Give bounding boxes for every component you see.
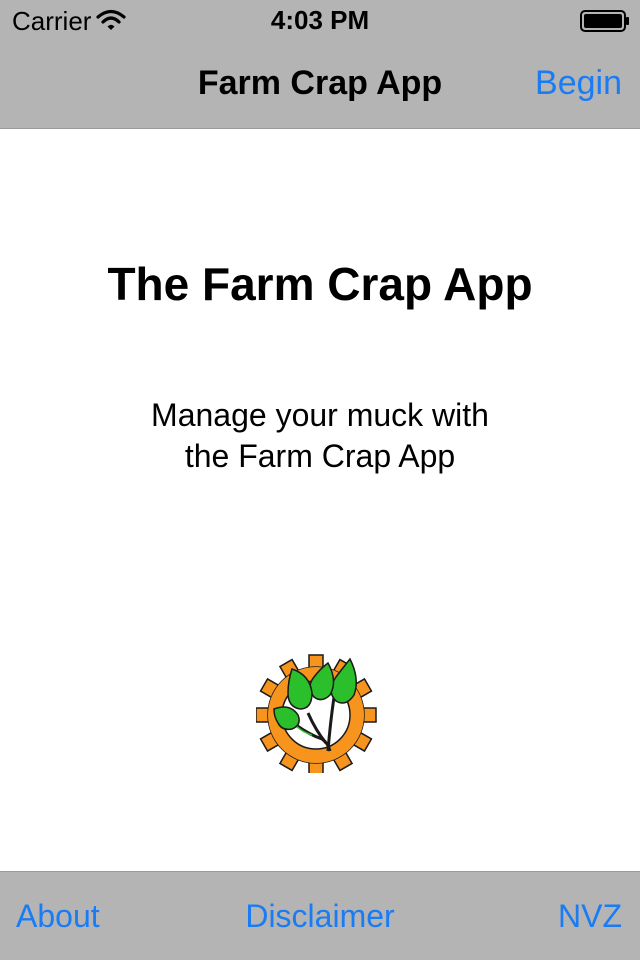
begin-button[interactable]: Begin: [535, 64, 622, 103]
navigation-bar: Farm Crap App Begin: [0, 40, 640, 128]
tagline: Manage your muck with the Farm Crap App: [0, 395, 640, 477]
main-content: The Farm Crap App Manage your muck with …: [0, 129, 640, 871]
nvz-button[interactable]: NVZ: [558, 898, 622, 935]
top-bar: Carrier 4:03 PM Farm Crap App Begin: [0, 0, 640, 129]
page-title: The Farm Crap App: [107, 258, 533, 310]
app-screen: Carrier 4:03 PM Farm Crap App Begin The …: [0, 0, 640, 960]
battery-icon: [580, 10, 629, 32]
disclaimer-button[interactable]: Disclaimer: [0, 898, 640, 935]
bottom-toolbar: About Disclaimer NVZ: [0, 871, 640, 960]
status-bar: Carrier 4:03 PM: [0, 0, 640, 40]
status-time: 4:03 PM: [270, 5, 370, 35]
gear-with-leaves-logo: [256, 654, 377, 773]
tagline-line-1: Manage your muck with: [151, 397, 489, 433]
tagline-line-2: the Farm Crap App: [184, 438, 456, 474]
